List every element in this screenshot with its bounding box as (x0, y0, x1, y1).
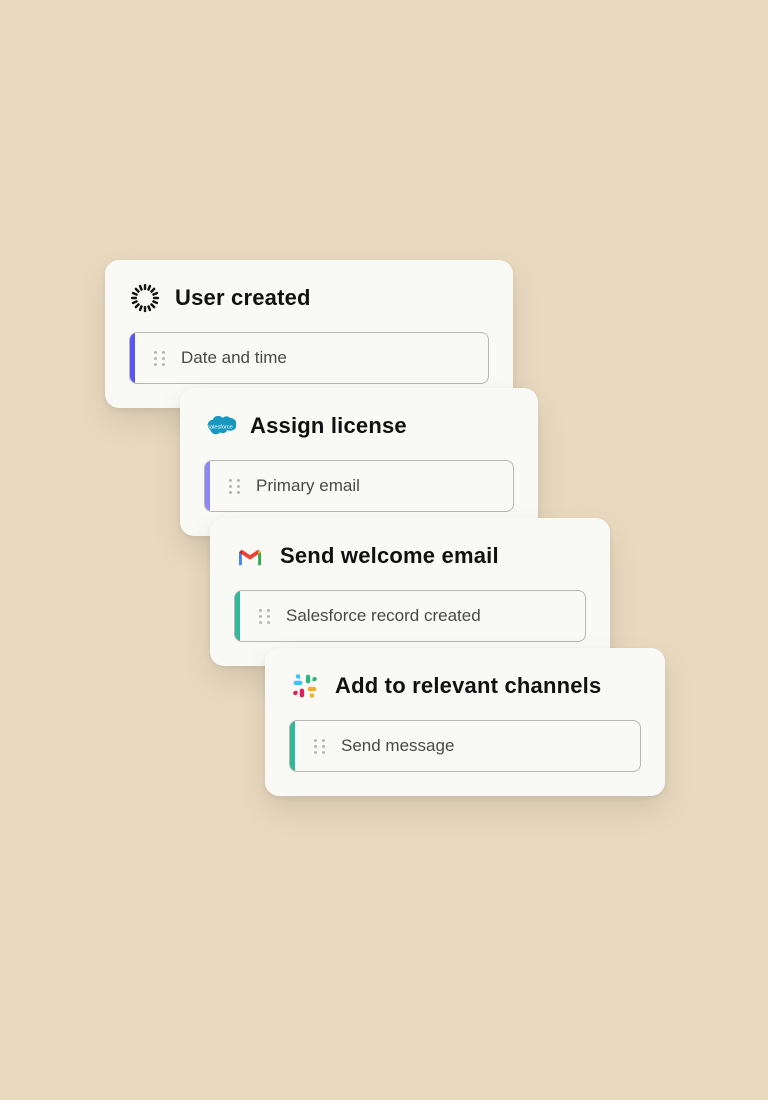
drag-handle-icon[interactable] (254, 606, 274, 626)
drag-handle-icon[interactable] (149, 348, 169, 368)
card-title: Add to relevant channels (335, 673, 601, 699)
card-header: salesforce Assign license (204, 410, 514, 442)
workflow-card-user-created[interactable]: User created Date and time (105, 260, 513, 408)
field-label: Salesforce record created (286, 606, 481, 626)
card-title: Send welcome email (280, 543, 499, 569)
drag-handle-icon[interactable] (309, 736, 329, 756)
card-field[interactable]: Date and time (129, 332, 489, 384)
salesforce-icon: salesforce (204, 410, 236, 442)
card-header: Send welcome email (234, 540, 586, 572)
svg-text:salesforce: salesforce (207, 424, 233, 430)
card-header: Add to relevant channels (289, 670, 641, 702)
workflow-card-add-to-channels[interactable]: Add to relevant channels Send message (265, 648, 665, 796)
card-title: User created (175, 285, 311, 311)
field-label: Date and time (181, 348, 287, 368)
gmail-icon (234, 540, 266, 572)
card-header: User created (129, 282, 489, 314)
field-accent (235, 591, 240, 641)
field-label: Primary email (256, 476, 360, 496)
card-field[interactable]: Send message (289, 720, 641, 772)
card-field[interactable]: Salesforce record created (234, 590, 586, 642)
slack-icon (289, 670, 321, 702)
field-accent (290, 721, 295, 771)
card-title: Assign license (250, 413, 407, 439)
field-label: Send message (341, 736, 454, 756)
field-accent (130, 333, 135, 383)
workflow-card-assign-license[interactable]: salesforce Assign license Primary email (180, 388, 538, 536)
workflow-card-send-welcome-email[interactable]: Send welcome email Salesforce record cre… (210, 518, 610, 666)
field-accent (205, 461, 210, 511)
card-field[interactable]: Primary email (204, 460, 514, 512)
rippling-icon (129, 282, 161, 314)
drag-handle-icon[interactable] (224, 476, 244, 496)
